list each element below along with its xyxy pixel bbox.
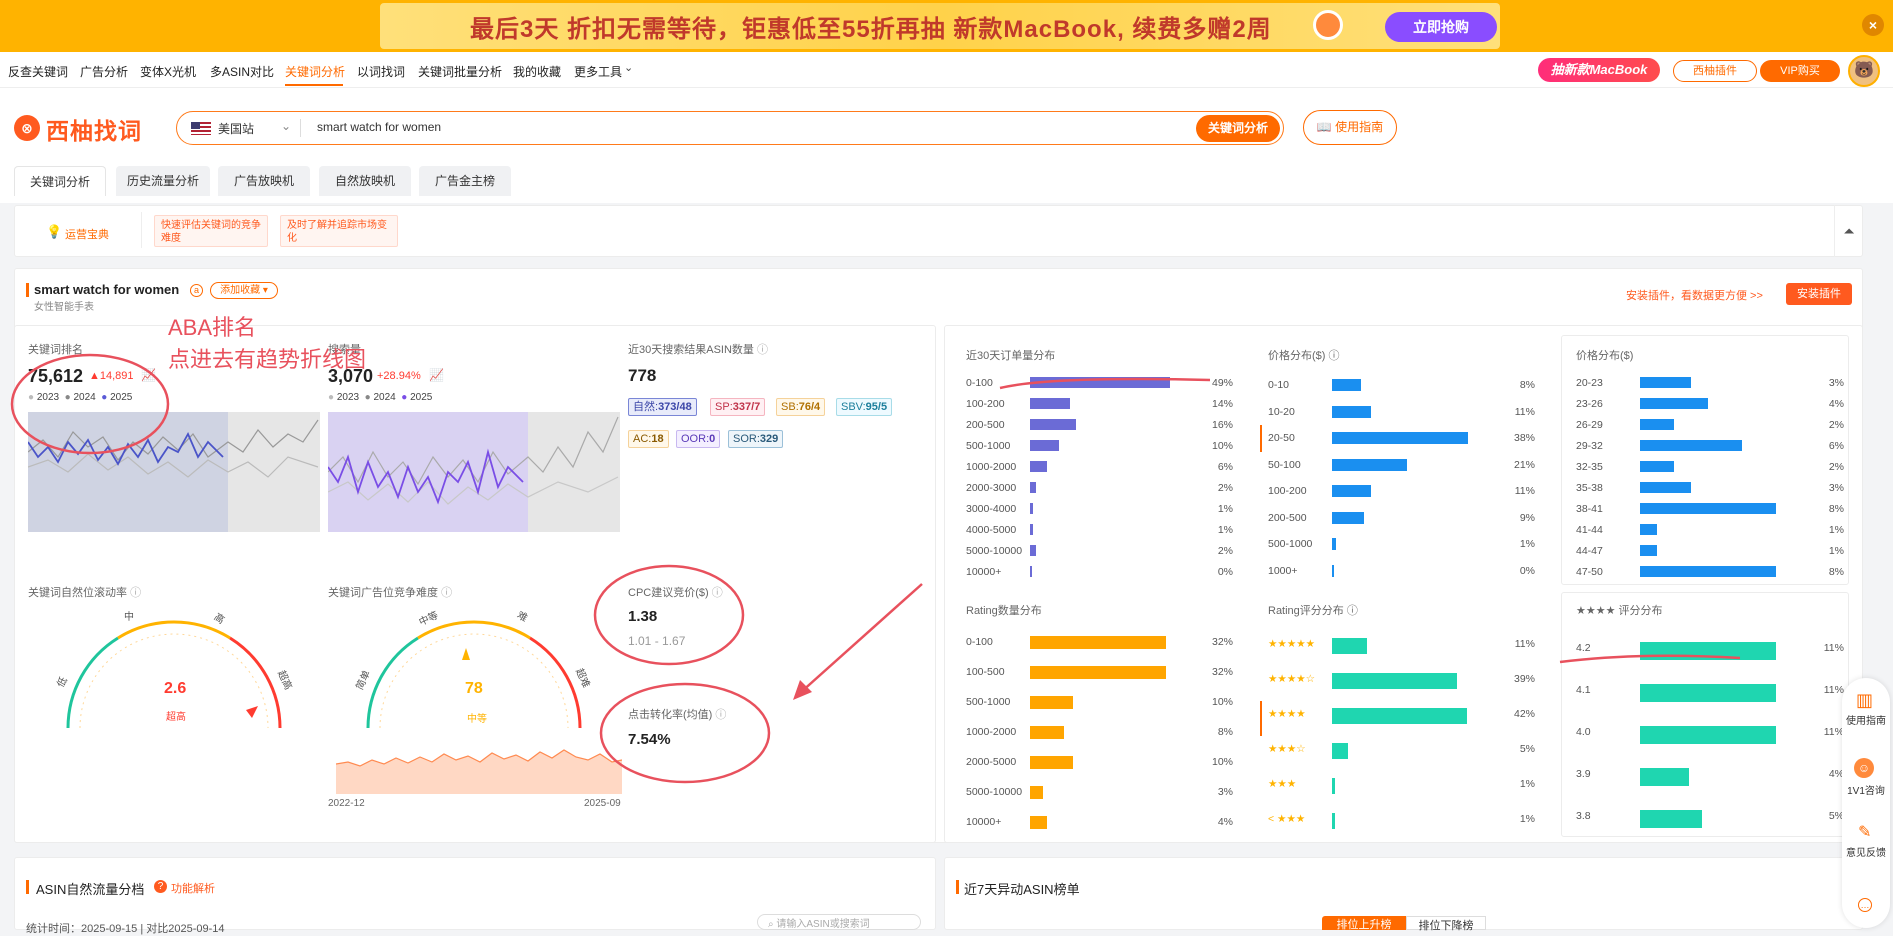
support-icon[interactable]: ☺ bbox=[1854, 758, 1874, 778]
nav-item-multi-asin[interactable]: 多ASIN对比 bbox=[210, 63, 274, 80]
dist-row-percent: 4% bbox=[1217, 816, 1233, 828]
tab-keyword-analysis[interactable]: 关键词分析 bbox=[14, 166, 106, 196]
plugin-button[interactable]: 西柚插件 bbox=[1673, 60, 1757, 82]
tab-ad-sponsor-rank[interactable]: 广告金主榜 bbox=[419, 166, 511, 196]
tip-item[interactable]: 快速评估关键词的竞争难度 bbox=[154, 215, 268, 247]
chevron-down-icon: ⌄ bbox=[624, 62, 634, 74]
banner-text: 最后3天 折扣无需等待，钜惠低至55折再抽 新款MacBook, 续费多赠2周 bbox=[470, 16, 1272, 43]
asin-change-title: 近7天异动ASIN榜单 bbox=[964, 882, 1080, 897]
tips-title: 运营宝典 bbox=[65, 229, 109, 241]
feature-explain-link[interactable]: 功能解析 bbox=[171, 880, 215, 896]
nav-item-variant-xray[interactable]: 变体X光机 bbox=[140, 63, 196, 80]
tab-ad-player[interactable]: 广告放映机 bbox=[218, 166, 310, 196]
close-icon[interactable]: × bbox=[1862, 14, 1884, 36]
divider bbox=[141, 212, 142, 248]
dist-row-label: 3.8 bbox=[1576, 810, 1591, 822]
keyword-analysis-button[interactable]: 关键词分析 bbox=[1196, 115, 1280, 142]
nav-item-more-tools[interactable]: 更多工具 bbox=[574, 63, 622, 80]
tip-item[interactable]: 及时了解并追踪市场变化 bbox=[280, 215, 398, 247]
dist-bar[interactable] bbox=[1332, 813, 1336, 829]
feedback-icon[interactable]: ✎ bbox=[1858, 822, 1871, 842]
tab-rank-down[interactable]: 排位下降榜 bbox=[1406, 916, 1486, 932]
side-guide-label[interactable]: 使用指南 bbox=[1846, 716, 1886, 728]
guide-label: 使用指南 bbox=[1335, 120, 1384, 134]
dist-row-label: < ★★★ bbox=[1268, 813, 1306, 825]
section-marker bbox=[956, 880, 959, 894]
keyword-title: smart watch for women bbox=[34, 282, 180, 297]
nav-item-keyword-analysis[interactable]: 关键词分析 bbox=[285, 63, 345, 80]
annotation-overlay bbox=[10, 353, 1741, 784]
tab-history-traffic[interactable]: 历史流量分析 bbox=[116, 166, 210, 196]
collapse-icon[interactable]: ⏶ bbox=[1834, 205, 1863, 257]
annotation-text-1: ABA排名 bbox=[168, 315, 257, 340]
nav-item-word-to-word[interactable]: 以词找词 bbox=[357, 63, 405, 80]
search-icon: ⌕ bbox=[768, 919, 774, 930]
bulb-icon: 💡 bbox=[46, 224, 63, 239]
stat-time: 统计时间：2025-09-15 | 对比2025-09-14 bbox=[26, 923, 225, 935]
side-feedback-label[interactable]: 意见反馈 bbox=[1846, 848, 1886, 860]
search-input[interactable]: smart watch for women bbox=[317, 120, 441, 134]
chevron-down-icon[interactable]: ⌄ bbox=[281, 119, 291, 133]
annotation-text-2: 点进去有趋势折线图 bbox=[168, 347, 367, 372]
nav-item-reverse-keyword[interactable]: 反查关键词 bbox=[8, 63, 68, 80]
clock-icon bbox=[1313, 10, 1343, 40]
section-marker bbox=[26, 283, 29, 297]
section-marker bbox=[26, 880, 29, 894]
dist-bar[interactable] bbox=[1030, 816, 1047, 829]
us-flag-icon bbox=[191, 122, 211, 135]
guide-button[interactable]: 📖 使用指南 bbox=[1303, 110, 1397, 145]
nav-active-underline bbox=[285, 84, 343, 86]
tab-rank-up[interactable]: 排位上升榜 bbox=[1322, 916, 1406, 931]
help-icon: ? bbox=[154, 880, 167, 893]
book-icon: 📖 bbox=[1316, 120, 1336, 134]
promo-macbook-button[interactable]: 抽新款MacBook bbox=[1538, 58, 1660, 82]
avatar[interactable]: 🐻 bbox=[1848, 55, 1880, 87]
site-select[interactable]: 美国站 bbox=[218, 120, 254, 137]
asin-search-input[interactable]: ⌕ 请输入ASIN或搜索词 bbox=[757, 914, 921, 930]
info-icon: a bbox=[190, 284, 203, 297]
divider bbox=[300, 119, 301, 137]
dist-row-percent: 5% bbox=[1828, 810, 1844, 822]
dist-row-percent: 1% bbox=[1519, 813, 1535, 825]
guide-icon[interactable]: ▥ bbox=[1856, 690, 1873, 711]
asin-traffic-title: ASIN自然流量分档 bbox=[36, 882, 145, 897]
dist-row-label: 10000+ bbox=[966, 816, 1002, 828]
nav-item-batch-analysis[interactable]: 关键词批量分析 bbox=[418, 63, 502, 80]
nav-item-favorites[interactable]: 我的收藏 bbox=[513, 63, 561, 80]
more-icon[interactable]: … bbox=[1858, 898, 1872, 912]
promo-banner[interactable]: 最后3天 折扣无需等待，钜惠低至55折再抽 新款MacBook, 续费多赠2周 … bbox=[0, 0, 1893, 52]
logo-text: 西柚找词 bbox=[46, 118, 142, 144]
banner-cta-button[interactable]: 立即抢购 bbox=[1385, 12, 1497, 42]
logo-icon: ⊗ bbox=[14, 115, 40, 141]
side-consult-label[interactable]: 1V1咨询 bbox=[1846, 786, 1886, 798]
dist-bar[interactable] bbox=[1640, 810, 1702, 828]
nav-item-ad-analysis[interactable]: 广告分析 bbox=[80, 63, 128, 80]
tab-natural-player[interactable]: 自然放映机 bbox=[319, 166, 411, 196]
vip-buy-button[interactable]: VIP购买 bbox=[1760, 60, 1840, 82]
add-favorite-button[interactable]: 添加收藏 ▾ bbox=[210, 282, 278, 299]
